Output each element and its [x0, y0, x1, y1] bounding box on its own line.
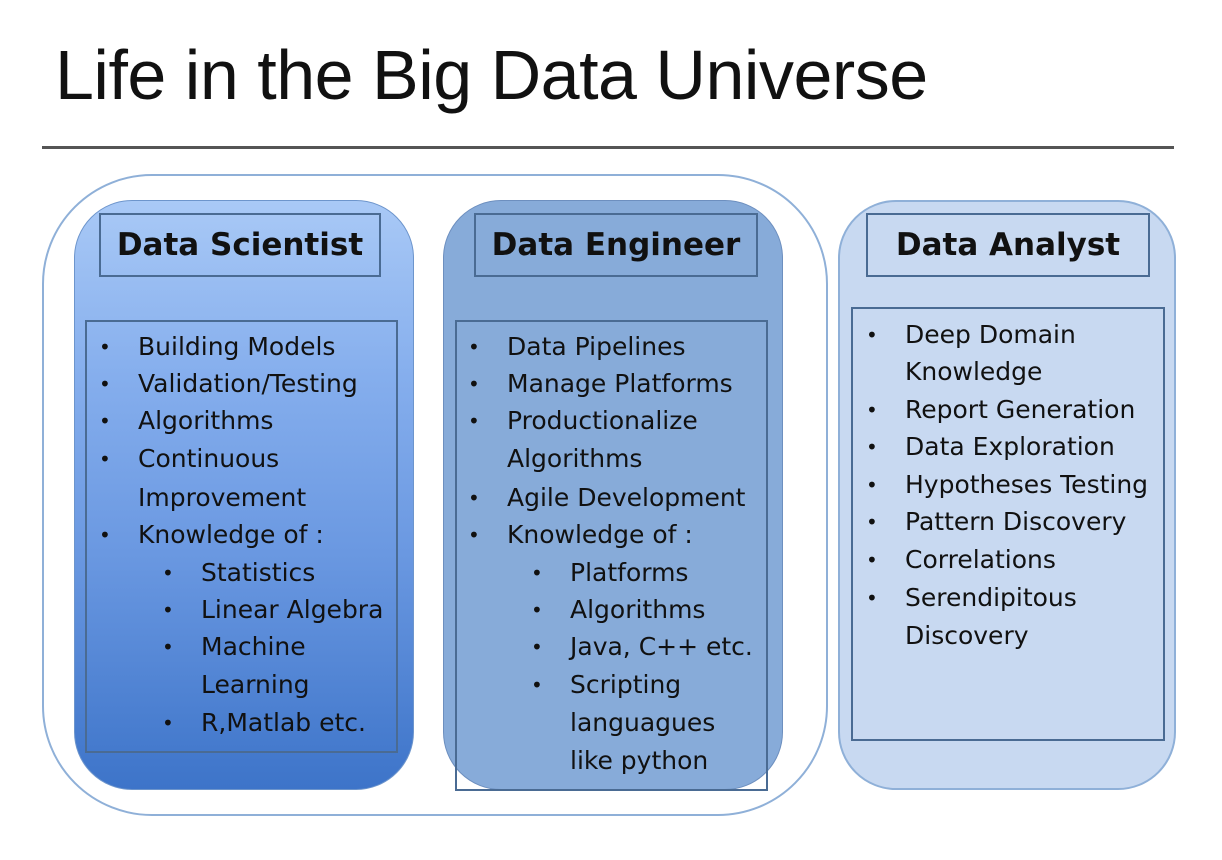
sub-skill-item-continued: Learning	[201, 670, 310, 699]
sub-list-bullet: •	[531, 635, 543, 659]
list-bullet: •	[468, 409, 480, 433]
sub-list-bullet: •	[162, 598, 174, 622]
sub-skill-item: Statistics	[201, 558, 316, 587]
skill-item: Continuous	[138, 444, 280, 473]
list-bullet: •	[866, 548, 878, 572]
sub-skill-item: Machine	[201, 632, 306, 661]
skill-item-continued: Improvement	[138, 483, 307, 512]
sub-skill-item: Scripting	[570, 670, 682, 699]
list-bullet: •	[866, 586, 878, 610]
data-engineer-header: Data Engineer	[474, 213, 758, 277]
list-bullet: •	[866, 398, 878, 422]
sub-list-bullet: •	[531, 673, 543, 697]
slide-title: Life in the Big Data Universe	[55, 36, 928, 114]
skill-item: Serendipitous	[905, 583, 1077, 612]
skill-item: Pattern Discovery	[905, 507, 1127, 536]
data-analyst-header: Data Analyst	[866, 213, 1150, 277]
list-bullet: •	[866, 510, 878, 534]
list-bullet: •	[99, 447, 111, 471]
data-scientist-header: Data Scientist	[99, 213, 381, 277]
list-bullet: •	[468, 335, 480, 359]
skill-item: Validation/Testing	[138, 369, 358, 398]
sub-skill-item: Platforms	[570, 558, 689, 587]
skill-item: Correlations	[905, 545, 1056, 574]
skill-item: Report Generation	[905, 395, 1136, 424]
sub-list-bullet: •	[162, 635, 174, 659]
skill-item: Data Exploration	[905, 432, 1115, 461]
skill-item-continued: Discovery	[905, 621, 1029, 650]
skill-item-continued: Knowledge	[905, 357, 1043, 386]
skill-item: Deep Domain	[905, 320, 1076, 349]
sub-skill-item: Algorithms	[570, 595, 706, 624]
list-bullet: •	[468, 523, 480, 547]
skill-item: Knowledge of :	[507, 520, 693, 549]
list-bullet: •	[99, 335, 111, 359]
skill-item: Data Pipelines	[507, 332, 686, 361]
list-bullet: •	[866, 473, 878, 497]
skill-item-continued: Algorithms	[507, 444, 643, 473]
sub-list-bullet: •	[531, 598, 543, 622]
skill-item: Knowledge of :	[138, 520, 324, 549]
list-bullet: •	[866, 435, 878, 459]
sub-skill-item-continued: like python	[570, 746, 709, 775]
sub-skill-item: R,Matlab etc.	[201, 708, 366, 737]
skill-item: Productionalize	[507, 406, 698, 435]
sub-skill-item-continued: languagues	[570, 708, 716, 737]
skill-item: Manage Platforms	[507, 369, 733, 398]
skill-item: Hypotheses Testing	[905, 470, 1149, 499]
sub-skill-item: Linear Algebra	[201, 595, 384, 624]
list-bullet: •	[99, 523, 111, 547]
list-bullet: •	[99, 372, 111, 396]
list-bullet: •	[468, 372, 480, 396]
skill-item: Algorithms	[138, 406, 274, 435]
title-divider	[42, 146, 1174, 149]
sub-list-bullet: •	[531, 561, 543, 585]
sub-skill-item: Java, C++ etc.	[570, 632, 753, 661]
list-bullet: •	[468, 486, 480, 510]
skill-item: Agile Development	[507, 483, 746, 512]
list-bullet: •	[99, 409, 111, 433]
skill-item: Building Models	[138, 332, 336, 361]
sub-list-bullet: •	[162, 561, 174, 585]
list-bullet: •	[866, 323, 878, 347]
sub-list-bullet: •	[162, 711, 174, 735]
